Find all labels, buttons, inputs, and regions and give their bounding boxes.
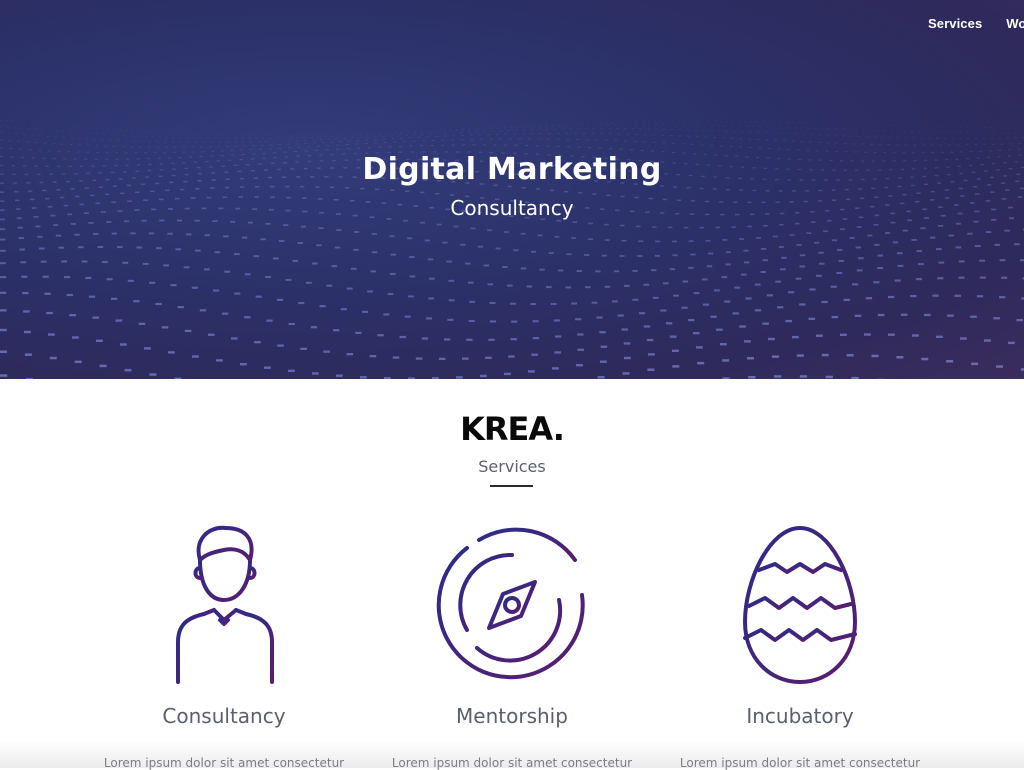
- compass-icon: [427, 520, 597, 690]
- hero-banner: Services Work Digital Marketing Consulta…: [0, 0, 1024, 379]
- dotted-wave-background: [0, 0, 1024, 379]
- top-nav: Services Work: [928, 16, 1024, 31]
- hero-title: Digital Marketing: [0, 152, 1024, 187]
- service-card-incubatory: Incubatory Lorem ipsum dolor sit amet co…: [650, 520, 950, 770]
- service-card-mentorship: Mentorship Lorem ipsum dolor sit amet co…: [362, 520, 662, 770]
- services-heading: Services: [0, 457, 1024, 476]
- service-title: Consultancy: [74, 704, 374, 728]
- nav-link-services[interactable]: Services: [928, 16, 982, 31]
- egg-icon: [735, 520, 865, 690]
- service-title: Mentorship: [362, 704, 662, 728]
- service-title: Incubatory: [650, 704, 950, 728]
- nav-link-work[interactable]: Work: [1006, 16, 1024, 31]
- heading-divider: [490, 485, 533, 487]
- brand-logo: KREA.: [0, 410, 1024, 448]
- service-card-consultancy: Consultancy Lorem ipsum dolor sit amet c…: [74, 520, 374, 770]
- hero-subtitle: Consultancy: [0, 196, 1024, 220]
- businessman-icon: [164, 520, 284, 690]
